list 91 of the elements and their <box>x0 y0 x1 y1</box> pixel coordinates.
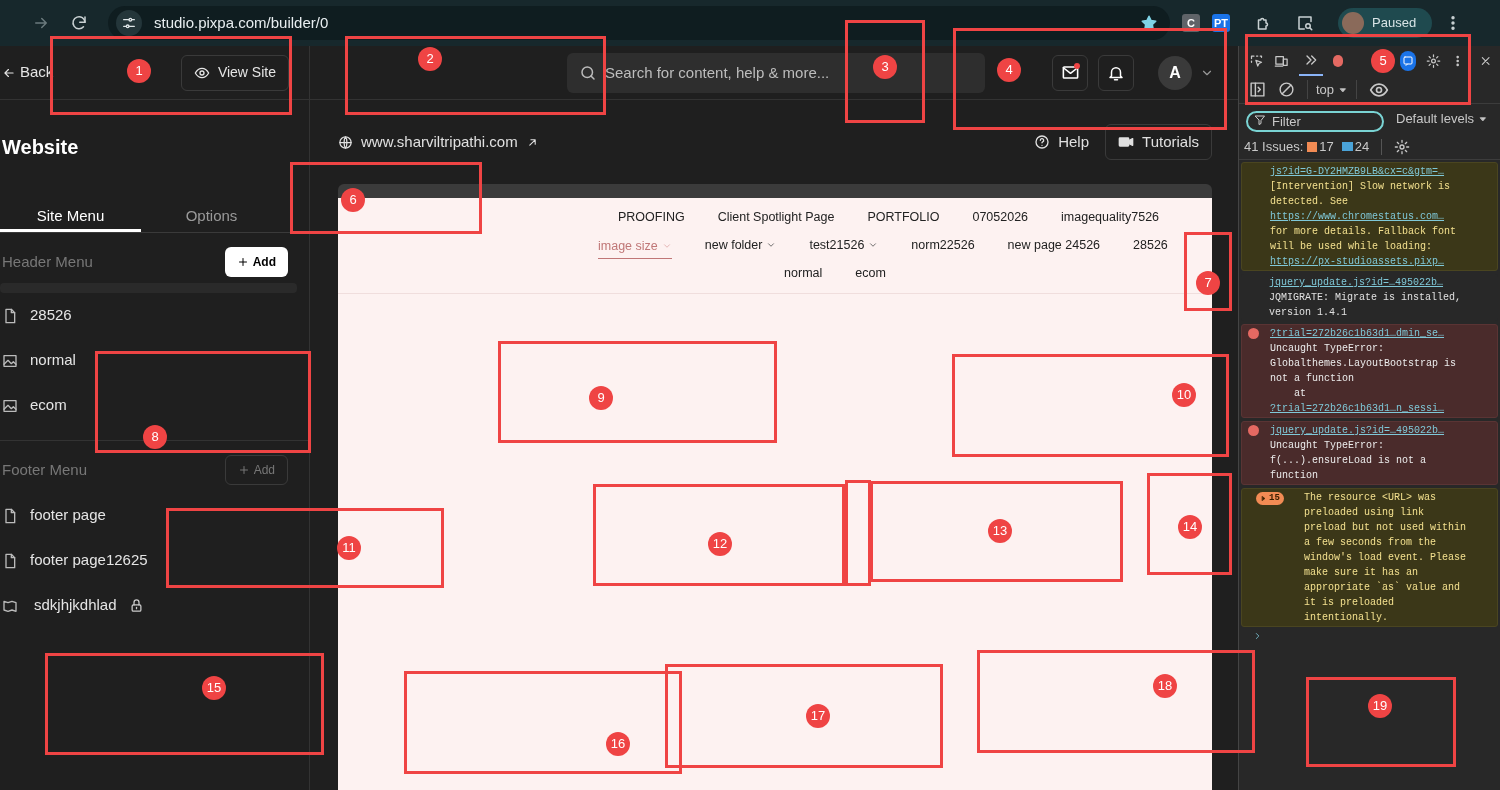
console-message-text: [Intervention] Slow network is detected. See https://www.chromestatus.com… for more details. Fallback font will be used while loading: https://px-studioassets.pixp… <box>1270 180 1458 269</box>
settings-icon[interactable] <box>1426 52 1442 70</box>
add-button[interactable]: Add <box>224 247 288 277</box>
annotation-number: 8 <box>143 425 167 449</box>
video-camera-icon <box>1118 134 1135 150</box>
site-nav-link[interactable]: PORTFOLIO <box>867 207 940 227</box>
site-nav-link[interactable]: new folder <box>704 235 777 255</box>
source-link[interactable]: jquery_update.js?id=…495022b… <box>1269 275 1494 290</box>
site-nav-link[interactable]: new page 24526 <box>1007 235 1101 255</box>
console-message-text: JQMIGRATE: Migrate is installed, version 1.4.1 <box>1269 291 1463 320</box>
plus-icon <box>237 464 250 476</box>
sidebar-toggle-icon[interactable] <box>1249 81 1266 98</box>
image-icon <box>2 397 18 414</box>
annotation-number: 7 <box>1196 271 1220 295</box>
filter-icon <box>1254 113 1266 126</box>
page-icon <box>2 507 18 524</box>
plus-icon <box>236 256 249 268</box>
notifications-button[interactable] <box>1098 54 1134 91</box>
help-link[interactable]: Help <box>1034 130 1090 154</box>
annotation-number: 15 <box>202 676 226 700</box>
menu-item[interactable]: 28526 <box>0 293 76 338</box>
clear-console-icon[interactable] <box>1278 81 1295 98</box>
reload-icon[interactable] <box>70 14 88 32</box>
menu-item[interactable]: ecom <box>0 383 71 428</box>
issues-label: 41 Issues: <box>1244 137 1304 156</box>
account-avatar[interactable]: A <box>1158 55 1192 90</box>
document-search-icon[interactable] <box>1296 14 1315 32</box>
site-nav-link[interactable]: normal <box>784 263 823 283</box>
inspect-icon[interactable] <box>1249 52 1264 70</box>
filter-field[interactable]: Filter <box>1246 110 1384 132</box>
source-link[interactable]: js?id=G-DY2HMZB9LB&cx=c&gtm=… <box>1270 164 1493 179</box>
console-message-text: The resource <URL> was preloaded using link preload but not used within a few seconds from the window's load event. Please make sure it has an appropriate `as` value and it is preloaded intentionally. <box>1304 491 1468 625</box>
page-icon <box>2 552 18 569</box>
section-heading: Footer Menu <box>2 459 88 480</box>
tutorials-button[interactable]: Tutorials <box>1105 124 1212 160</box>
menu-item[interactable]: footer page12625 <box>0 538 152 583</box>
repeat-count-badge: 15 <box>1256 492 1284 505</box>
context-dropdown[interactable]: top <box>1307 79 1358 100</box>
chat-icon <box>1402 55 1414 67</box>
caret-icon <box>1478 114 1489 124</box>
section-heading: Header Menu <box>2 251 93 272</box>
annotation-number: 4 <box>997 58 1021 82</box>
menu-item[interactable]: footer page <box>0 493 110 538</box>
search-icon <box>579 63 597 82</box>
mail-icon <box>1060 63 1080 82</box>
settings-icon[interactable] <box>1394 138 1411 155</box>
message-link[interactable]: https://px-studioassets.pixp… <box>1270 256 1445 267</box>
menu-item[interactable]: normal <box>0 338 80 383</box>
site-nav-link[interactable]: 28526 <box>1133 235 1168 255</box>
source-link[interactable]: ?trial=272b26c1b63d1…dmin_se… <box>1270 326 1493 341</box>
site-settings-icon[interactable] <box>121 15 137 31</box>
site-nav-link[interactable]: PROOFING <box>618 207 685 227</box>
source-link[interactable]: jquery_update.js?id=…495022b… <box>1270 423 1493 438</box>
address-bar[interactable]: studio.pixpa.com/builder/0 <box>108 6 1170 40</box>
error-icon <box>1248 328 1259 339</box>
site-url-link[interactable]: www.sharviltripathi.com <box>338 130 539 154</box>
annotation-number: 2 <box>418 47 442 71</box>
warning-square-icon <box>1307 141 1318 152</box>
panel-title: Website <box>2 135 80 160</box>
site-nav-link[interactable]: test21526 <box>809 235 879 255</box>
warning-issues-count[interactable]: 17 <box>1307 136 1334 157</box>
help-icon <box>1034 134 1051 150</box>
image-icon <box>2 352 18 369</box>
chevron-down-icon <box>766 240 777 250</box>
globe-icon <box>338 134 353 150</box>
site-nav-link[interactable]: ecom <box>855 263 886 283</box>
console-message-text: Uncaught TypeError: Globalthemes.LayoutBootstrap is not a function at ?trial=272b26c1b63d1…n_sessi… <box>1270 342 1458 416</box>
message-link[interactable]: ?trial=272b26c1b63d1…n_sessi… <box>1270 403 1445 414</box>
annotation-number: 1 <box>127 59 151 83</box>
page-icon <box>2 307 18 324</box>
view-site-button[interactable]: View Site <box>180 54 289 91</box>
error-indicator-icon[interactable] <box>1333 55 1343 67</box>
tab[interactable]: Site Menu <box>0 204 141 232</box>
assistant-button[interactable] <box>1399 51 1417 71</box>
message-link[interactable]: https://www.chromestatus.com… <box>1270 211 1445 222</box>
levels-dropdown[interactable]: Default levels <box>1396 109 1489 129</box>
expand-triangle-icon <box>1260 495 1267 502</box>
error-icon <box>1248 425 1259 436</box>
info-issues-count[interactable]: 24 <box>1341 136 1370 157</box>
site-nav-link[interactable]: imagequality7526 <box>1061 207 1160 227</box>
console-message-text: Uncaught TypeError: f(...).ensureLoad is not a function <box>1270 439 1428 483</box>
chevron-down-icon <box>661 241 672 251</box>
chevron-down-icon <box>868 240 879 250</box>
mail-button[interactable] <box>1052 54 1088 91</box>
site-nav-link[interactable]: 07052026 <box>972 207 1029 227</box>
message-square-icon <box>1341 142 1353 151</box>
site-nav-link[interactable]: norm22526 <box>911 235 975 255</box>
tab[interactable]: Options <box>141 204 282 232</box>
add-button[interactable]: Add <box>224 455 288 485</box>
site-nav-link[interactable]: Client Spotlight Page <box>717 207 835 227</box>
menu-item[interactable]: sdkjhjkdhlad <box>0 583 148 628</box>
